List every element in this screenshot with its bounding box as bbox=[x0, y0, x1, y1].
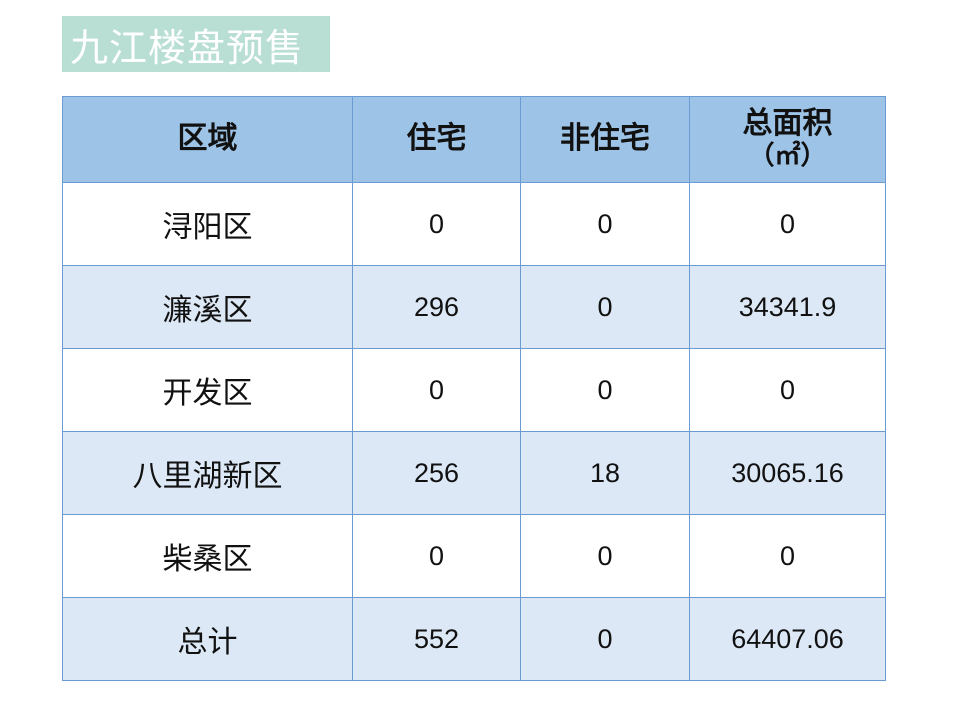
table-row: 八里湖新区 256 18 30065.16 bbox=[62, 431, 886, 515]
table-row: 浔阳区 0 0 0 bbox=[62, 182, 886, 266]
residential-cell: 0 bbox=[352, 348, 521, 432]
residential-cell: 256 bbox=[352, 431, 521, 515]
total-area-cell: 0 bbox=[689, 182, 886, 266]
region-cell: 开发区 bbox=[62, 348, 353, 432]
region-cell: 濂溪区 bbox=[62, 265, 353, 349]
table-total-row: 总计 552 0 64407.06 bbox=[62, 597, 886, 681]
residential-cell: 552 bbox=[352, 597, 521, 681]
page-title: 九江楼盘预售 bbox=[70, 25, 305, 70]
table-row: 开发区 0 0 0 bbox=[62, 348, 886, 432]
residential-cell: 0 bbox=[352, 182, 521, 266]
table-row: 柴桑区 0 0 0 bbox=[62, 514, 886, 598]
header-non-residential: 非住宅 bbox=[520, 96, 690, 183]
total-area-cell: 64407.06 bbox=[689, 597, 886, 681]
header-residential: 住宅 bbox=[352, 96, 521, 183]
table-row: 濂溪区 296 0 34341.9 bbox=[62, 265, 886, 349]
non-residential-cell: 0 bbox=[520, 348, 690, 432]
non-residential-cell: 0 bbox=[520, 265, 690, 349]
region-cell: 浔阳区 bbox=[62, 182, 353, 266]
residential-cell: 296 bbox=[352, 265, 521, 349]
table-header-row: 区域 住宅 非住宅 总面积 （㎡） bbox=[62, 96, 886, 183]
presale-table: 区域 住宅 非住宅 总面积 （㎡） 浔阳区 0 0 0 濂溪区 296 0 34… bbox=[62, 96, 886, 681]
region-cell: 柴桑区 bbox=[62, 514, 353, 598]
total-area-cell: 0 bbox=[689, 348, 886, 432]
header-total-area-label: 总面积 bbox=[742, 106, 833, 142]
non-residential-cell: 0 bbox=[520, 514, 690, 598]
non-residential-cell: 18 bbox=[520, 431, 690, 515]
total-area-cell: 34341.9 bbox=[689, 265, 886, 349]
region-cell: 总计 bbox=[62, 597, 353, 681]
header-region: 区域 bbox=[62, 96, 353, 183]
header-area-unit: （㎡） bbox=[748, 140, 827, 171]
total-area-cell: 0 bbox=[689, 514, 886, 598]
residential-cell: 0 bbox=[352, 514, 521, 598]
total-area-cell: 30065.16 bbox=[689, 431, 886, 515]
header-total-area: 总面积 （㎡） bbox=[689, 96, 886, 183]
region-cell: 八里湖新区 bbox=[62, 431, 353, 515]
non-residential-cell: 0 bbox=[520, 597, 690, 681]
non-residential-cell: 0 bbox=[520, 182, 690, 266]
title-banner: 九江楼盘预售 bbox=[62, 16, 330, 72]
